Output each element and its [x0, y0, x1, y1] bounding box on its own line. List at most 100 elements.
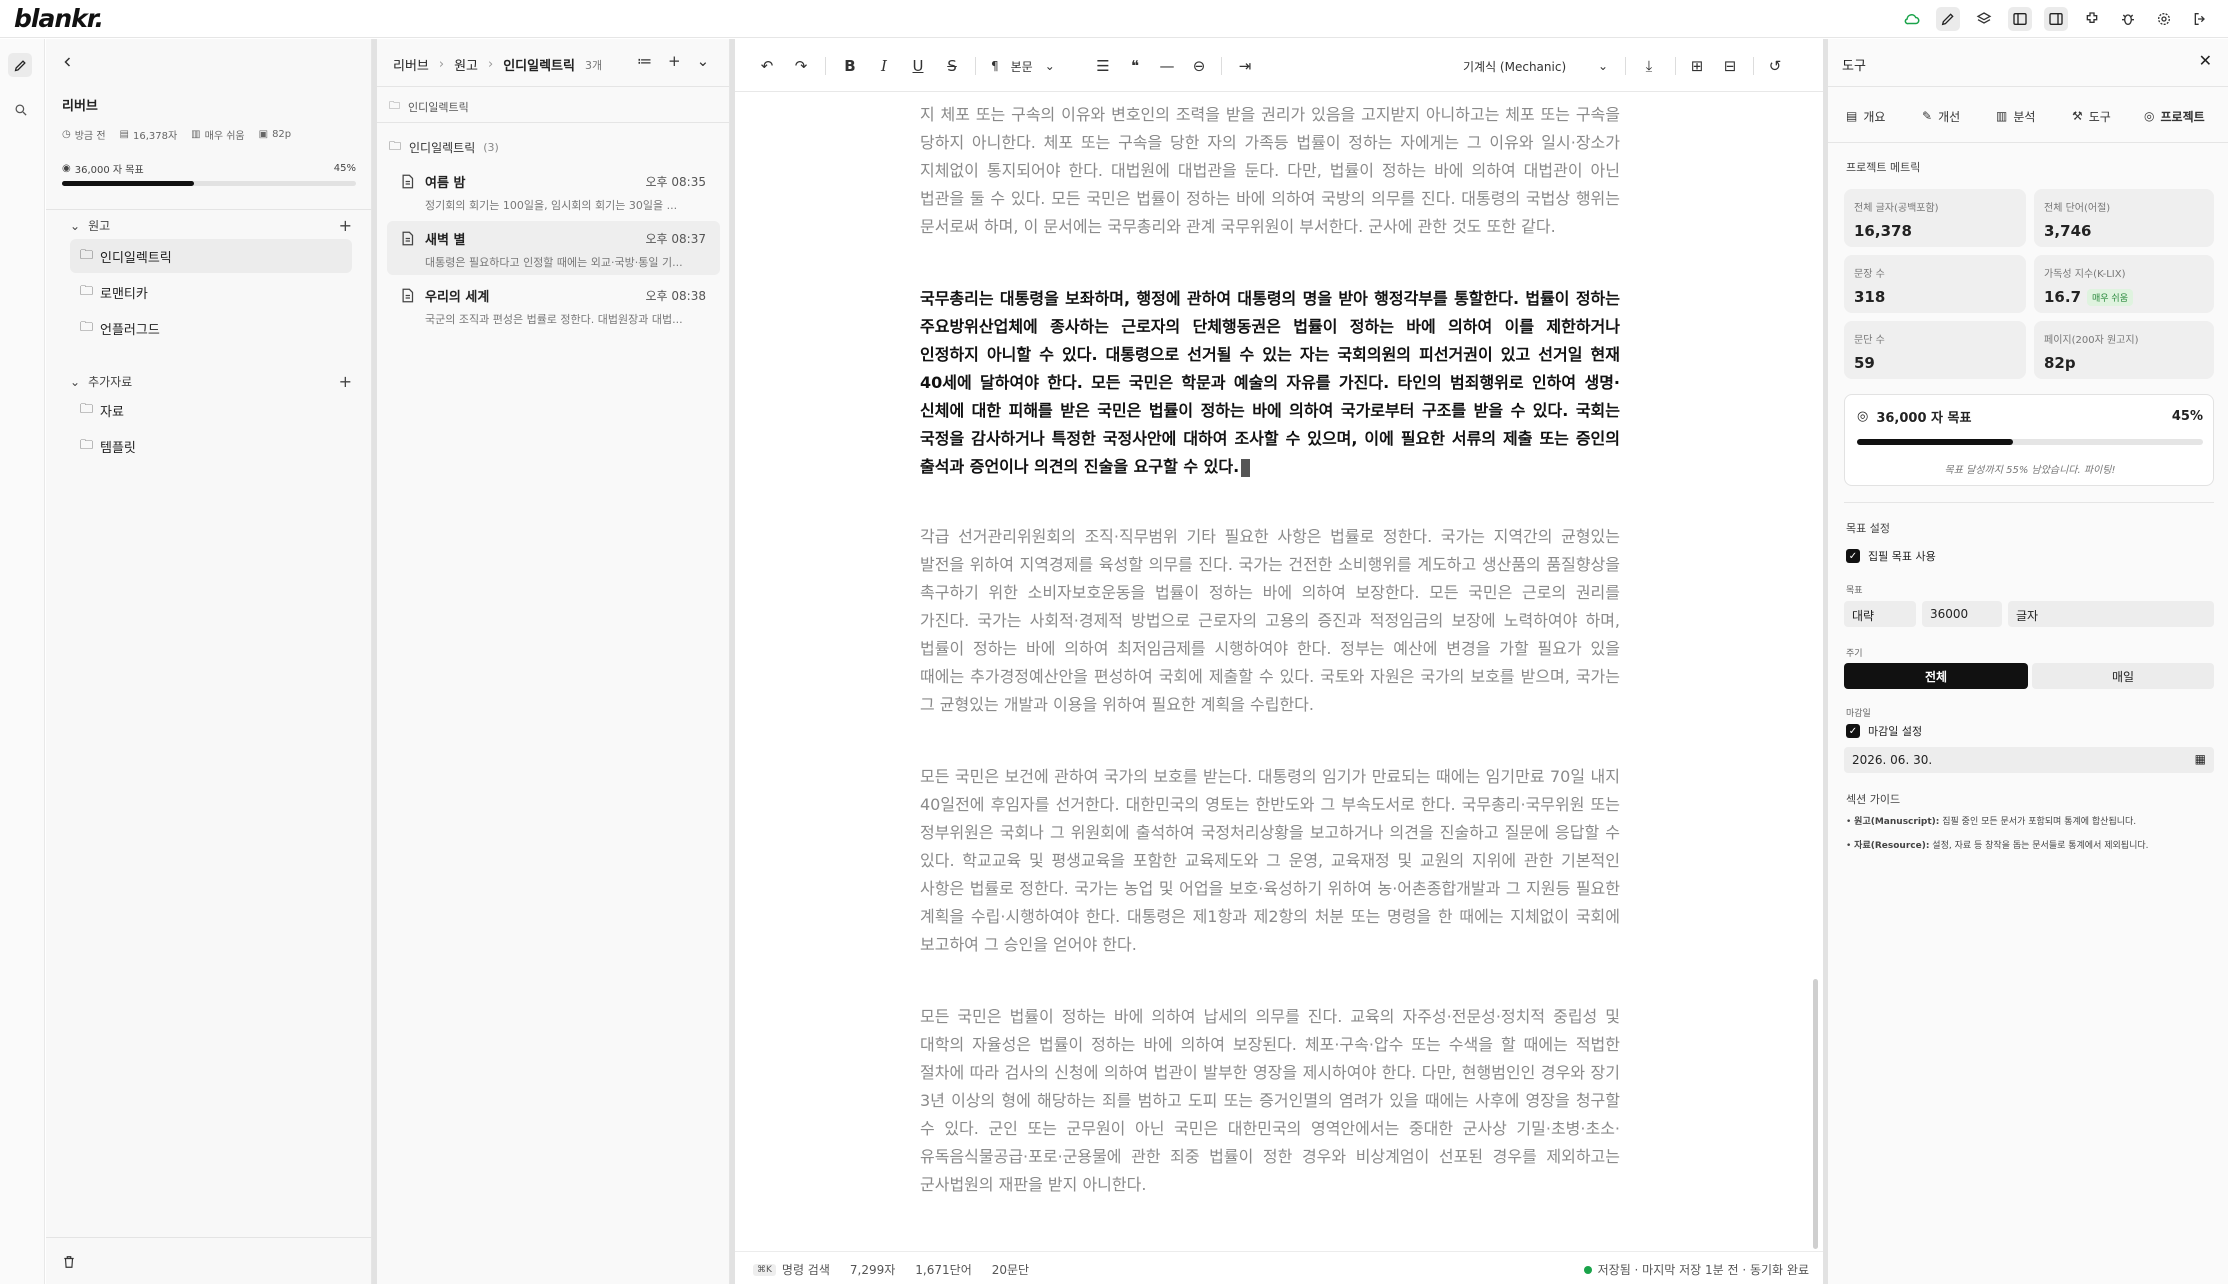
target-value-input[interactable]: 36000 [1922, 601, 2002, 627]
add-icon[interactable]: + [339, 216, 352, 235]
tab-analysis[interactable]: ▥ 분석 [1996, 105, 2035, 127]
undo-icon[interactable]: ↶ [757, 55, 777, 77]
guide-desc: 설정, 자료 등 창작을 돕는 문서들로 통계에서 제외됩니다. [1932, 841, 2149, 851]
bar-chart-icon: ▥ [1996, 109, 2008, 123]
sort-icon[interactable]: ≔ [637, 52, 652, 70]
paragraph-current[interactable]: 국무총리는 대통령을 보좌하며, 행정에 관하여 대통령의 명을 받아 행정각부… [920, 285, 1620, 481]
section-label-resources: 추가자료 [88, 375, 133, 389]
left-panel-toggle-icon[interactable] [2008, 7, 2032, 31]
divider-style-icon[interactable]: ⊖ [1189, 55, 1209, 77]
search-icon[interactable] [8, 97, 32, 121]
section-header-resources[interactable]: ⌄ 추가자료 + [70, 372, 352, 391]
deadline-label: 마감일 [1846, 709, 1871, 719]
metric-label: 가독성 지수(K-LIX) [2044, 269, 2126, 280]
quote-icon[interactable]: ❝ [1125, 55, 1145, 77]
tab-project[interactable]: ◎ 프로젝트 [2144, 105, 2205, 127]
status-chars: 7,299자 [849, 1263, 896, 1277]
tree-item-templates[interactable]: 🗀 템플릿 [70, 429, 352, 463]
use-goal-checkbox[interactable]: ✓ 집필 목표 사용 [1846, 548, 1936, 564]
divider [1625, 57, 1626, 75]
doc-preview: 대통령은 필요하다고 인정할 때에는 외교·국방·통일 기... [425, 256, 683, 269]
deadline-date-input[interactable]: 2026. 06. 30. ▦ [1844, 747, 2214, 773]
plugin-icon[interactable] [2080, 7, 2104, 31]
doc-item[interactable]: 우리의 세계 오후 08:38 국군의 조직과 편성은 법률로 정한다. 대법원… [387, 278, 720, 332]
close-icon[interactable]: ✕ [2199, 51, 2212, 70]
breadcrumb-item[interactable]: 원고 [454, 55, 478, 74]
paragraph[interactable]: 모든 국민은 법률이 정하는 바에 의하여 납세의 의무를 진다. 교육의 자주… [920, 1003, 1620, 1199]
bold-icon[interactable]: B [840, 55, 860, 77]
metric-value: 82p [2044, 354, 2076, 372]
divider [1221, 57, 1222, 75]
folder-icon: 🗀 [80, 320, 94, 335]
target-unit-select[interactable]: 글자 [2008, 601, 2214, 627]
font-select[interactable]: 기계식 (Mechanic) ⌄ [1463, 55, 1608, 77]
readability-badge: 매우 쉬움 [2087, 289, 2133, 306]
target-icon: ◉ [62, 163, 71, 174]
chevron-down-icon[interactable]: ⌄ [697, 52, 710, 70]
paragraph[interactable]: 각급 선거관리위원회의 조직·직무범위 기타 필요한 사항은 법률로 정한다. … [920, 523, 1620, 719]
tab-overview[interactable]: ▤ 개요 [1846, 105, 1885, 127]
write-mode-icon[interactable] [8, 53, 32, 77]
paragraph[interactable]: 모든 국민은 보건에 관하여 국가의 보호를 받는다. 대통령의 임기가 만료되… [920, 763, 1620, 959]
tree-item-materials[interactable]: 🗀 자료 [70, 393, 352, 427]
tree-item-unplugged[interactable]: 🗀 언플러그드 [70, 311, 352, 345]
chevron-down-icon: ⌄ [1597, 59, 1608, 73]
tab-label: 분석 [2013, 109, 2036, 124]
trash-icon[interactable] [62, 1254, 76, 1273]
breadcrumb-item[interactable]: 인디일렉트릭 [503, 55, 575, 74]
deadline-checkbox[interactable]: ✓ 마감일 설정 [1846, 723, 1922, 739]
underline-icon[interactable]: U [908, 55, 928, 77]
strikethrough-icon[interactable]: S [942, 55, 962, 77]
folder-icon: 🗀 [389, 139, 402, 153]
chevron-right-icon: › [488, 57, 494, 72]
editor-scrollbar[interactable] [1813, 979, 1818, 1249]
command-search[interactable]: ⌘K 명령 검색 [753, 1261, 830, 1278]
paragraph-style-select[interactable]: ¶ 본문 ⌄ [991, 55, 1071, 77]
italic-icon[interactable]: I [874, 55, 894, 77]
right-panel-toggle-icon[interactable] [2044, 7, 2068, 31]
tree-item-romantica[interactable]: 🗀 로맨티카 [70, 275, 352, 309]
calendar-icon[interactable]: ▦ [2195, 752, 2206, 766]
folder-header[interactable]: 🗀 인디일렉트릭 (3) [389, 137, 499, 158]
tab-tools[interactable]: ⚒ 도구 [2072, 105, 2111, 127]
status-bar: ⌘K 명령 검색 7,299자 1,671단어 20문단 저장됨 · 마지막 저장… [735, 1251, 1823, 1284]
target-scope-select[interactable]: 대략 [1844, 601, 1916, 627]
tab-improve[interactable]: ✎ 개선 [1922, 105, 1960, 127]
app-logo: blankr. [14, 4, 104, 33]
settings-gear-icon[interactable] [2152, 7, 2176, 31]
sidebar-goal-progress [62, 181, 356, 186]
logout-icon[interactable] [2188, 7, 2212, 31]
import-icon[interactable]: ⊟ [1720, 55, 1740, 77]
period-option-all[interactable]: 전체 [1844, 663, 2028, 689]
sidebar-goal-label: 36,000 자 목표 [74, 165, 144, 176]
guide-item: • 원고(Manuscript): 집필 중인 모든 문서가 포함되며 통계에 … [1846, 817, 2137, 827]
breadcrumb-item[interactable]: 리버브 [393, 55, 429, 74]
file-icon [401, 174, 414, 193]
bullet-list-icon[interactable]: ☰ [1093, 55, 1113, 77]
doc-item[interactable]: 여름 밤 오후 08:35 정기회의 회기는 100일을, 임시회의 회기는 3… [387, 164, 720, 218]
doclist-actions: ≔ + ⌄ [637, 52, 709, 70]
bug-icon[interactable] [2116, 7, 2140, 31]
layers-icon[interactable] [1972, 7, 1996, 31]
section-header-manuscript[interactable]: ⌄ 원고 + [70, 216, 352, 235]
indent-icon[interactable]: ⇥ [1235, 55, 1255, 77]
cloud-sync-icon[interactable] [1900, 7, 1924, 31]
chart-icon: ▥ [191, 129, 201, 140]
redo-icon[interactable]: ↷ [791, 55, 811, 77]
download-icon[interactable]: ⤓ [1639, 55, 1659, 77]
history-icon[interactable]: ↺ [1765, 55, 1785, 77]
back-chevron-icon[interactable] [62, 53, 74, 72]
add-document-icon[interactable]: + [668, 52, 681, 70]
add-icon[interactable]: + [339, 372, 352, 391]
horizontal-rule-icon[interactable]: — [1157, 55, 1177, 77]
paragraph[interactable]: 지 체포 또는 구속의 이유와 변호인의 조력을 받을 권리가 있음을 고지받지… [920, 101, 1620, 241]
tree-item-indie-electric[interactable]: 🗀 인디일렉트릭 [70, 239, 352, 273]
tree-item-label: 자료 [100, 404, 124, 420]
add-page-icon[interactable]: ⊞ [1687, 55, 1707, 77]
doc-item-selected[interactable]: 새벽 별 오후 08:37 대통령은 필요하다고 인정할 때에는 외교·국방·통… [387, 221, 720, 275]
path-label: 🗀 인디일렉트릭 [389, 97, 469, 116]
use-goal-label: 집필 목표 사용 [1868, 550, 1936, 563]
pen-mode-icon[interactable] [1936, 7, 1960, 31]
period-option-daily[interactable]: 매일 [2032, 663, 2214, 689]
project-title: 리버브 [62, 99, 98, 114]
